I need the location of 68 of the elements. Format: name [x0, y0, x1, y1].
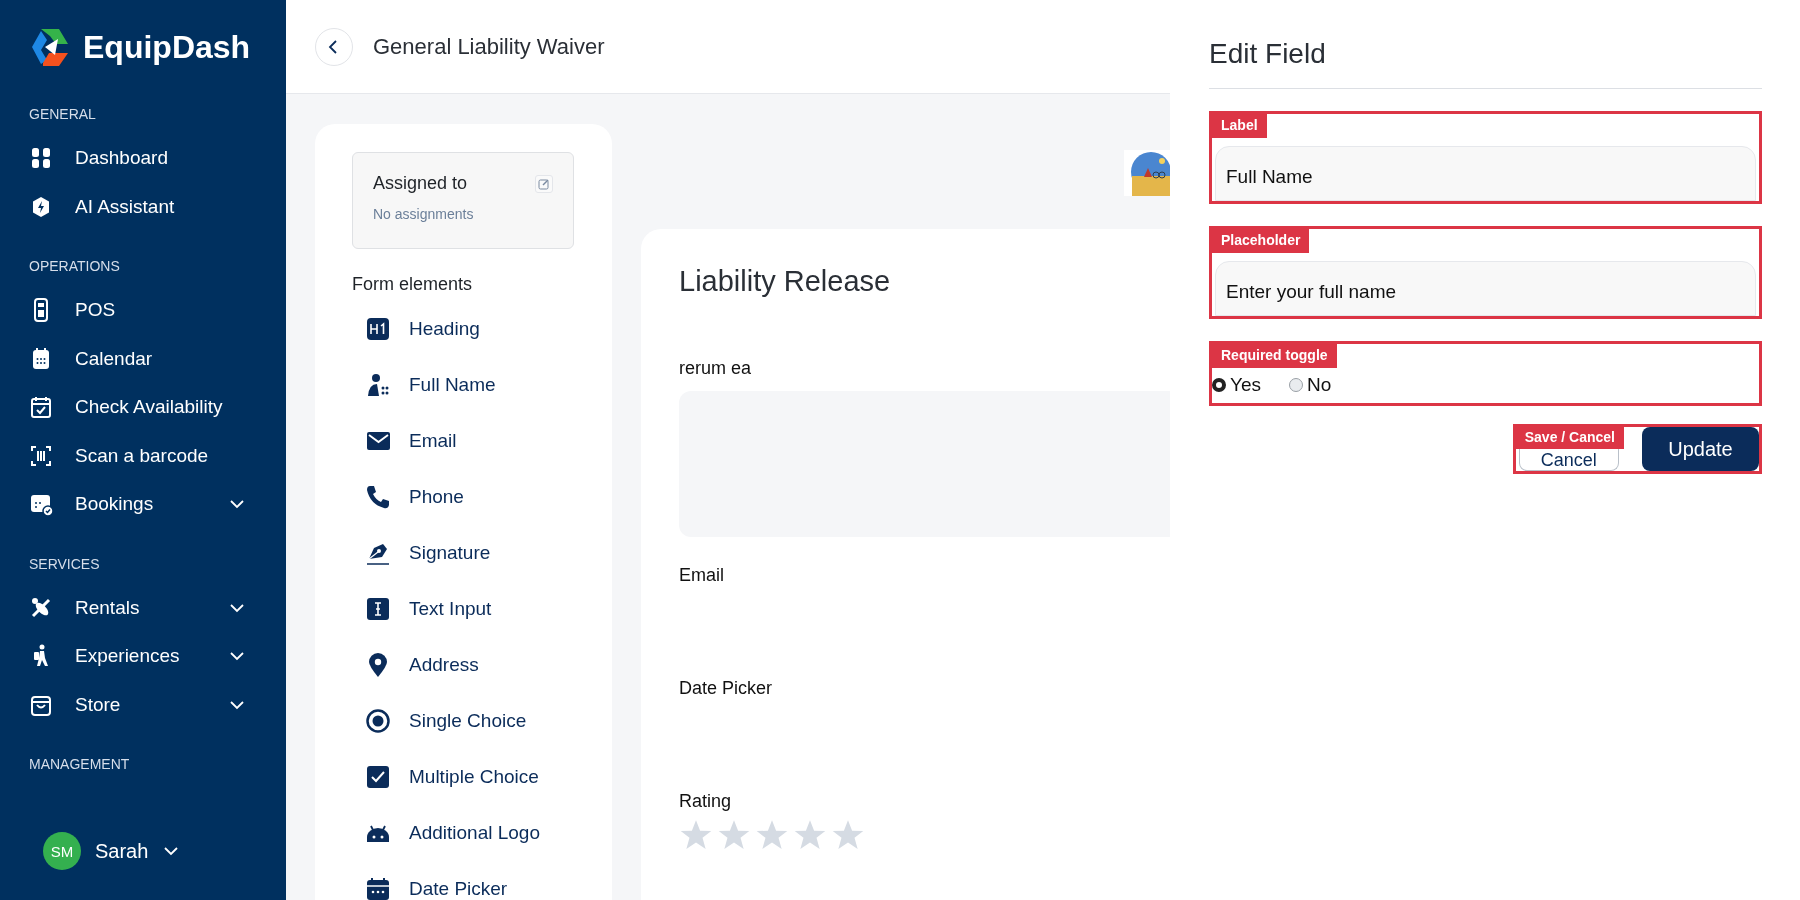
nav-item[interactable]: Scan a barcode	[29, 431, 286, 480]
section-heading: MANAGEMENT	[29, 756, 131, 772]
form-title: Liability Release	[679, 265, 892, 298]
field-label: rerum ea	[679, 358, 753, 379]
input-field[interactable]: Full Name	[1215, 146, 1756, 201]
annotation-tag: Label	[1212, 114, 1267, 138]
form-element-item[interactable]: Signature	[352, 525, 575, 581]
edit-icon	[538, 177, 550, 190]
section-heading: OPERATIONS	[29, 258, 121, 274]
person-icon	[365, 372, 391, 398]
nav-item[interactable]: Calendar	[29, 334, 286, 383]
phone-icon	[365, 484, 391, 510]
checkbox-icon	[365, 764, 391, 790]
edit-button[interactable]	[535, 174, 553, 193]
user-name[interactable]: Sarah	[95, 839, 149, 863]
form-element-item[interactable]: Text Input	[352, 581, 575, 637]
nav-item[interactable]: POS	[29, 286, 286, 335]
heading-icon	[365, 316, 391, 342]
calendar-clock-icon	[29, 492, 53, 517]
logo-icon	[29, 26, 71, 68]
star-icon	[679, 818, 713, 852]
star-icon	[793, 818, 827, 852]
user-avatar: SM	[43, 832, 81, 870]
nav-item[interactable]: AI Assistant	[29, 182, 286, 231]
field-label: Email	[679, 565, 725, 586]
barcode-scan-icon	[29, 443, 53, 468]
text-cursor-icon	[365, 596, 391, 622]
star-icon	[717, 818, 751, 852]
nav-item[interactable]: Bookings	[29, 480, 286, 529]
nav-item[interactable]: Rentals	[29, 583, 286, 632]
assigned-value: No assignments	[373, 206, 475, 222]
input-field[interactable]: Enter your full name	[1215, 261, 1756, 316]
form-element-item[interactable]: Date Picker	[352, 861, 575, 900]
annotation-tag: Save / Cancel	[1515, 426, 1624, 449]
nav-item[interactable]: Dashboard	[29, 134, 286, 183]
page-title: General Liability Waiver	[373, 33, 605, 60]
form-element-item[interactable]: Additional Logo	[352, 805, 575, 861]
field-label: Date Picker	[679, 678, 774, 699]
star-icon	[755, 818, 789, 852]
cancel-button[interactable]: Cancel	[1518, 449, 1619, 471]
grid-icon	[29, 146, 53, 171]
panel-title: Edit Field	[1209, 38, 1327, 70]
assigned-title: Assigned to	[373, 173, 468, 194]
field-label: Rating	[679, 791, 733, 812]
form-element-item[interactable]: Multiple Choice	[352, 749, 575, 805]
radio-option[interactable]: No	[1289, 374, 1332, 396]
nav-item[interactable]: Store	[29, 680, 286, 729]
back-button[interactable]	[315, 27, 353, 66]
nav-item[interactable]: Experiences	[29, 632, 286, 681]
calendar-check-icon	[29, 395, 53, 420]
section-heading: SERVICES	[29, 555, 101, 572]
annotation-tag: Required toggle	[1212, 344, 1337, 368]
section-title: Form elements	[352, 274, 474, 295]
form-element-item[interactable]: Full Name	[352, 357, 575, 413]
form-element-item[interactable]: Phone	[352, 469, 575, 525]
annotation-tag: Placeholder	[1212, 229, 1310, 253]
brand-name: EquipDash	[83, 28, 251, 66]
star-icon	[831, 818, 865, 852]
paddle-icon	[29, 595, 53, 620]
update-button[interactable]: Update	[1642, 427, 1759, 471]
form-element-item[interactable]: Single Choice	[352, 693, 575, 749]
radio-option[interactable]: Yes	[1212, 374, 1261, 396]
form-element-item[interactable]: Heading	[352, 301, 575, 357]
radio-button-icon	[365, 708, 391, 734]
form-element-item[interactable]: Address	[352, 637, 575, 693]
section-heading: GENERAL	[29, 106, 97, 122]
nav-item[interactable]: Check Availability	[29, 383, 286, 432]
form-element-item[interactable]: Email	[352, 413, 575, 469]
